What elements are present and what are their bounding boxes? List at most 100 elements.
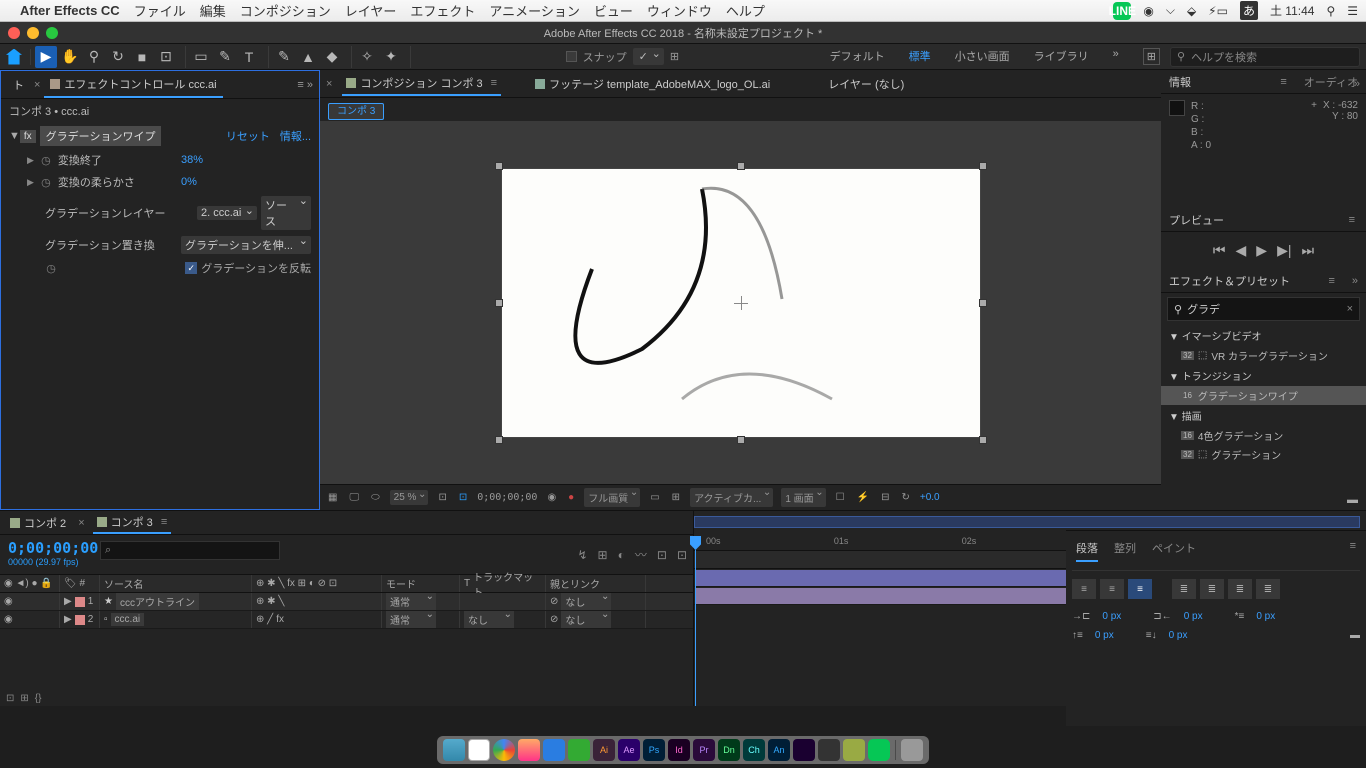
dock-itunes-icon[interactable]: [518, 739, 540, 761]
menu-effect[interactable]: エフェクト: [410, 1, 475, 20]
blend-mode[interactable]: 通常: [386, 593, 436, 610]
fx-category[interactable]: ▼ イマーシブビデオ: [1161, 325, 1366, 346]
dock-premiere-icon[interactable]: Pr: [693, 739, 715, 761]
blend-mode[interactable]: 通常: [386, 611, 436, 628]
dock-illustrator-icon[interactable]: Ai: [593, 739, 615, 761]
effects-search[interactable]: ⚲ グラデ ×: [1167, 297, 1360, 321]
ws-library[interactable]: ライブラリ: [1034, 48, 1089, 65]
current-time-indicator[interactable]: [695, 550, 696, 706]
dock-app-icon[interactable]: [843, 739, 865, 761]
selection-tool[interactable]: ▶: [35, 46, 57, 68]
spotlight-icon[interactable]: ⚲: [1326, 4, 1335, 18]
macos-dock[interactable]: Ai Ae Ps Id Pr Dn Ch An: [437, 736, 929, 764]
effects-presets-tab[interactable]: エフェクト＆プリセット: [1169, 273, 1290, 289]
panel-menu-icon[interactable]: ≡: [1280, 76, 1289, 88]
ws-standard[interactable]: 標準: [909, 48, 931, 65]
brace-icon[interactable]: {}: [35, 693, 42, 704]
menu-help[interactable]: ヘルプ: [726, 1, 765, 20]
dock-aftereffects-icon[interactable]: Ae: [618, 739, 640, 761]
dock-app-icon[interactable]: [793, 739, 815, 761]
layer-row-1[interactable]: ◉ ▶1 ★cccアウトライン ⊕ ✱ ╲ 通常 ⊘ なし: [0, 593, 693, 611]
first-frame-button[interactable]: ⏮: [1213, 242, 1226, 259]
zoom-tool[interactable]: ⚲: [83, 46, 105, 68]
menu-window[interactable]: ウィンドウ: [647, 1, 712, 20]
dock-animate-icon[interactable]: An: [768, 739, 790, 761]
rotation-tool[interactable]: ↻: [107, 46, 129, 68]
fast-preview-icon[interactable]: ⚡: [855, 492, 871, 503]
indent-first[interactable]: 0 px: [1256, 611, 1275, 622]
dock-line-icon[interactable]: [868, 739, 890, 761]
project-tab-mini[interactable]: ト: [7, 73, 30, 97]
prop-twirl[interactable]: ▶: [27, 155, 34, 166]
last-frame-button[interactable]: ⏭: [1301, 242, 1314, 259]
bluetooth-icon[interactable]: ⌵: [1166, 3, 1175, 18]
justify-right-icon[interactable]: ≣: [1228, 579, 1252, 599]
pan-behind-tool[interactable]: ⊡: [155, 46, 177, 68]
res-icon[interactable]: ⊡: [436, 492, 448, 503]
col-source[interactable]: ソース名: [100, 575, 252, 592]
effect-controls-tab[interactable]: エフェクトコントロール ccc.ai: [44, 72, 222, 98]
current-timecode[interactable]: 0;00;00;00: [8, 539, 92, 557]
graph-editor-icon[interactable]: 〰: [635, 546, 647, 563]
composition-viewer[interactable]: [320, 121, 1161, 484]
pen-tool[interactable]: ✎: [214, 46, 236, 68]
effect-reset[interactable]: リセット: [226, 128, 270, 144]
space-after[interactable]: 0 px: [1169, 630, 1188, 641]
layer-row-2[interactable]: ◉ ▶2 ▫ccc.ai ⊕ ╱ fx 通常 なし ⊘ なし: [0, 611, 693, 629]
effect-twirl[interactable]: ▼: [9, 130, 20, 142]
dock-photoshop-icon[interactable]: Ps: [643, 739, 665, 761]
alpha-icon[interactable]: ▦: [326, 492, 339, 503]
col-parent[interactable]: 親とリンク: [546, 575, 646, 592]
resize-handle[interactable]: [979, 162, 987, 170]
line-icon[interactable]: LINE: [1113, 2, 1131, 20]
home-icon[interactable]: [6, 49, 22, 65]
resize-handle[interactable]: [737, 436, 745, 444]
dock-indesign-icon[interactable]: Id: [668, 739, 690, 761]
fx-category[interactable]: ▼ トランジション: [1161, 365, 1366, 386]
dock-trash-icon[interactable]: [901, 739, 923, 761]
preview-panel-tab[interactable]: プレビュー: [1169, 212, 1224, 228]
minimize-window-button[interactable]: [27, 27, 39, 39]
dock-chrome-icon[interactable]: [493, 739, 515, 761]
resize-handle[interactable]: [495, 162, 503, 170]
zoom-window-button[interactable]: [46, 27, 58, 39]
timeline-icon[interactable]: ⊟: [879, 492, 891, 503]
quality-dropdown[interactable]: フル画質: [584, 488, 640, 507]
snapshot-icon[interactable]: ◉: [545, 492, 558, 503]
exposure-value[interactable]: +0.0: [920, 492, 940, 503]
dock-finder-icon[interactable]: [443, 739, 465, 761]
play-button[interactable]: ▶: [1256, 242, 1267, 259]
folder-icon[interactable]: ▬: [1350, 630, 1360, 641]
fx-item-gradient-wipe[interactable]: 16 グラデーションワイプ: [1161, 386, 1366, 405]
menu-edit[interactable]: 編集: [200, 1, 226, 20]
menu-view[interactable]: ビュー: [594, 1, 633, 20]
clear-search-icon[interactable]: ×: [1347, 303, 1353, 315]
type-tool[interactable]: T: [238, 46, 260, 68]
align-center-icon[interactable]: ≡: [1100, 579, 1124, 599]
align-tab[interactable]: 整列: [1114, 540, 1136, 562]
effect-name[interactable]: グラデーションワイプ: [40, 126, 162, 146]
rectangle-tool[interactable]: ▭: [190, 46, 212, 68]
fx-category[interactable]: ▼ 描画: [1161, 405, 1366, 426]
mask-icon[interactable]: ⊡: [457, 492, 469, 503]
fx-toggle[interactable]: fx: [20, 130, 36, 143]
timeline-tab-comp3[interactable]: コンポ 3 ≡: [93, 512, 172, 534]
app-name[interactable]: After Effects CC: [20, 3, 120, 18]
camera-dropdown[interactable]: アクティブカ...: [690, 488, 773, 507]
dock-characteranimator-icon[interactable]: Ch: [743, 739, 765, 761]
grid-icon[interactable]: ⊞: [670, 492, 682, 503]
canvas[interactable]: [501, 168, 981, 438]
ws-overflow[interactable]: »: [1113, 48, 1119, 65]
new-bin-icon[interactable]: ▬: [1347, 494, 1358, 506]
monitor-icon[interactable]: 🖵: [347, 492, 361, 503]
render-icon[interactable]: ⊡: [677, 548, 687, 562]
prop-twirl[interactable]: ▶: [27, 177, 34, 188]
info-panel-tab[interactable]: 情報: [1169, 74, 1191, 90]
dock-app-icon[interactable]: [543, 739, 565, 761]
tab-footage[interactable]: フッテージ template_AdobeMAX_logo_OL.ai: [531, 73, 774, 95]
timeline-tab-comp2[interactable]: コンポ 2: [6, 513, 70, 533]
layer-name[interactable]: ccc.ai: [111, 613, 145, 626]
justify-center-icon[interactable]: ≣: [1200, 579, 1224, 599]
view-layout-dropdown[interactable]: 1 画面: [781, 488, 825, 507]
ws-default[interactable]: デフォルト: [830, 48, 885, 65]
